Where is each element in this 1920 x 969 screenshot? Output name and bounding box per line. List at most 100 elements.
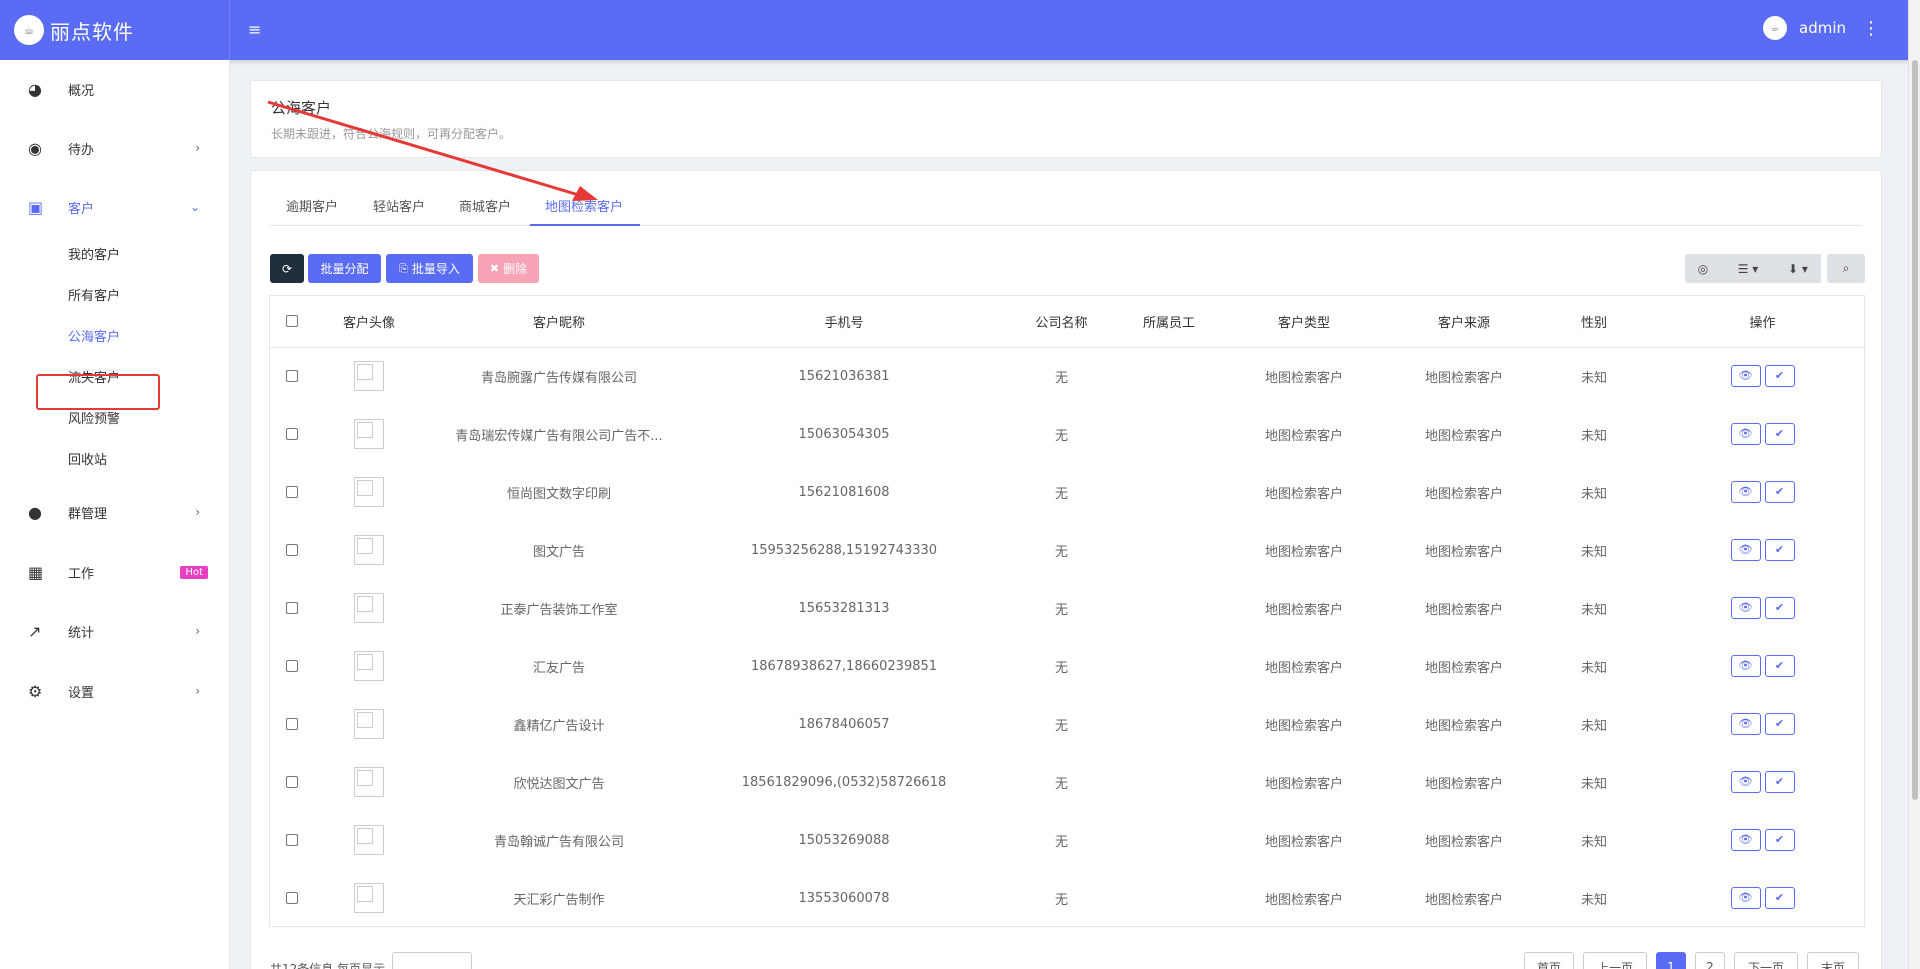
company-cell: 无 xyxy=(1054,602,1068,618)
batch-assign-label: 批量分配 xyxy=(320,262,369,276)
view-eye-icon[interactable]: 👁 xyxy=(1730,655,1761,677)
claim-check-icon[interactable]: ✔ xyxy=(1764,713,1795,735)
nickname-cell: 正泰广告装饰工作室 xyxy=(500,602,618,618)
view-eye-icon[interactable]: 👁 xyxy=(1730,365,1761,388)
row-checkbox[interactable] xyxy=(286,892,298,904)
view-eye-icon[interactable]: 👁 xyxy=(1730,829,1761,851)
avatar-cell xyxy=(314,405,424,463)
col-header: 客户头像 xyxy=(314,296,424,348)
row-checkbox[interactable] xyxy=(286,776,298,788)
page-scrollbar[interactable] xyxy=(1908,0,1920,969)
last-page-button[interactable]: 末页 xyxy=(1807,952,1859,969)
source-cell: 地图检索客户 xyxy=(1424,718,1503,734)
row-checkbox[interactable] xyxy=(286,544,298,556)
col-header: 客户昵称 xyxy=(424,296,694,348)
gender-cell: 未知 xyxy=(1580,776,1607,792)
export-dropdown[interactable]: ⬇ ▾ xyxy=(1778,254,1818,283)
customer-table: 客户头像 客户昵称 手机号 公司名称 所属员工 客户类型 客户来源 性别 操作 … xyxy=(269,295,1866,927)
page-1-button[interactable]: 1 xyxy=(1656,952,1686,969)
avatar-cell xyxy=(314,463,424,521)
avatar-cell xyxy=(314,753,424,811)
select-cell xyxy=(270,753,314,811)
actions-cell: 👁 ✔ xyxy=(1659,521,1866,579)
col-header: 性别 xyxy=(1529,296,1659,348)
claim-check-icon[interactable]: ✔ xyxy=(1764,423,1795,445)
table-row: 恒尚图文数字印刷 15621081608 无 地图检索客户 地图检索客户 未知 👁 ✔ xyxy=(270,463,1866,521)
customer-avatar xyxy=(354,593,384,623)
columns-dropdown[interactable]: ☰ ▾ xyxy=(1728,254,1768,283)
row-checkbox[interactable] xyxy=(286,370,298,383)
first-page-button[interactable]: 首页 xyxy=(1524,952,1574,969)
next-page-button[interactable]: 下一页 xyxy=(1734,952,1798,969)
claim-check-icon[interactable]: ✔ xyxy=(1764,597,1795,619)
batch-import-button[interactable]: ⎘ 批量导入 xyxy=(386,254,473,283)
claim-check-icon[interactable]: ✔ xyxy=(1764,771,1795,793)
row-checkbox[interactable] xyxy=(286,602,298,614)
row-checkbox[interactable] xyxy=(286,718,298,730)
gender-cell: 未知 xyxy=(1580,834,1607,850)
prev-page-button[interactable]: 上一页 xyxy=(1583,952,1647,969)
refresh-icon: ⟳ xyxy=(281,261,293,276)
phone-cell: 15063054305 xyxy=(798,426,890,442)
view-eye-icon[interactable]: 👁 xyxy=(1730,771,1761,793)
source-cell: 地图检索客户 xyxy=(1424,370,1503,386)
claim-check-icon[interactable]: ✔ xyxy=(1764,365,1795,388)
staff-cell xyxy=(1129,869,1209,927)
select-cell xyxy=(270,869,314,927)
row-checkbox[interactable] xyxy=(286,486,298,498)
phone-cell: 18678406057 xyxy=(798,716,890,732)
nickname-cell: 鑫精亿广告设计 xyxy=(513,718,605,734)
claim-check-icon[interactable]: ✔ xyxy=(1764,481,1795,503)
view-eye-icon[interactable]: 👁 xyxy=(1730,887,1761,909)
gender-cell: 未知 xyxy=(1580,718,1607,734)
col-header: 手机号 xyxy=(694,296,994,348)
gender-cell: 未知 xyxy=(1580,892,1607,908)
view-eye-icon[interactable]: 👁 xyxy=(1730,481,1761,503)
page-2-button[interactable]: 2 xyxy=(1695,952,1725,969)
row-checkbox[interactable] xyxy=(286,660,298,672)
gender-cell: 未知 xyxy=(1580,602,1607,618)
select-cell xyxy=(270,637,314,695)
gender-cell: 未知 xyxy=(1580,428,1607,444)
scrollbar-thumb[interactable] xyxy=(1912,60,1918,800)
table-row: 图文广告 15953256288,15192743330 无 地图检索客户 地图检索客户… xyxy=(270,521,1866,579)
select-cell xyxy=(270,579,314,637)
view-eye-icon[interactable]: 👁 xyxy=(1730,423,1761,445)
source-cell: 地图检索客户 xyxy=(1424,834,1503,850)
page-size-select[interactable] xyxy=(392,952,472,969)
type-cell: 地图检索客户 xyxy=(1264,602,1343,618)
claim-check-icon[interactable]: ✔ xyxy=(1764,655,1795,677)
phone-cell: 15053269088 xyxy=(798,832,890,848)
type-cell: 地图检索客户 xyxy=(1264,428,1343,444)
view-eye-icon[interactable]: 👁 xyxy=(1730,539,1761,561)
staff-cell xyxy=(1129,579,1209,637)
staff-cell xyxy=(1129,811,1209,869)
source-cell: 地图检索客户 xyxy=(1424,428,1503,444)
row-checkbox[interactable] xyxy=(286,428,298,440)
select-all-checkbox[interactable] xyxy=(286,315,298,328)
type-cell: 地图检索客户 xyxy=(1264,370,1343,386)
batch-assign-button[interactable]: 批量分配 xyxy=(308,254,381,283)
actions-cell: 👁 ✔ xyxy=(1659,463,1866,521)
pagination-info: 共12条信息,每页显示 xyxy=(270,962,386,969)
type-cell: 地图检索客户 xyxy=(1264,834,1343,850)
source-cell: 地图检索客户 xyxy=(1424,602,1503,618)
refresh-button[interactable]: ⟳ xyxy=(270,254,304,283)
col-header: 客户来源 xyxy=(1399,296,1529,348)
type-cell: 地图检索客户 xyxy=(1264,660,1343,676)
view-eye-icon[interactable]: 👁 xyxy=(1730,713,1761,735)
view-eye-icon[interactable]: 👁 xyxy=(1730,597,1761,619)
nickname-cell: 青岛翰诚广告有限公司 xyxy=(493,834,624,850)
phone-cell: 18678938627,18660239851 xyxy=(750,658,938,674)
row-checkbox[interactable] xyxy=(286,834,298,846)
actions-cell: 👁 ✔ xyxy=(1659,405,1866,463)
search-icon[interactable]: ⌕ xyxy=(1827,254,1865,283)
delete-button[interactable]: ✖ 删除 xyxy=(478,254,539,283)
claim-check-icon[interactable]: ✔ xyxy=(1764,887,1795,909)
customer-avatar xyxy=(354,883,384,913)
nickname-cell: 青岛瑞宏传媒广告有限公司广告不... xyxy=(455,428,663,444)
claim-check-icon[interactable]: ✔ xyxy=(1764,539,1795,561)
toggle-view-icon[interactable]: ◎ xyxy=(1688,254,1718,283)
claim-check-icon[interactable]: ✔ xyxy=(1764,829,1795,851)
nickname-cell: 欣悦达图文广告 xyxy=(513,776,605,792)
